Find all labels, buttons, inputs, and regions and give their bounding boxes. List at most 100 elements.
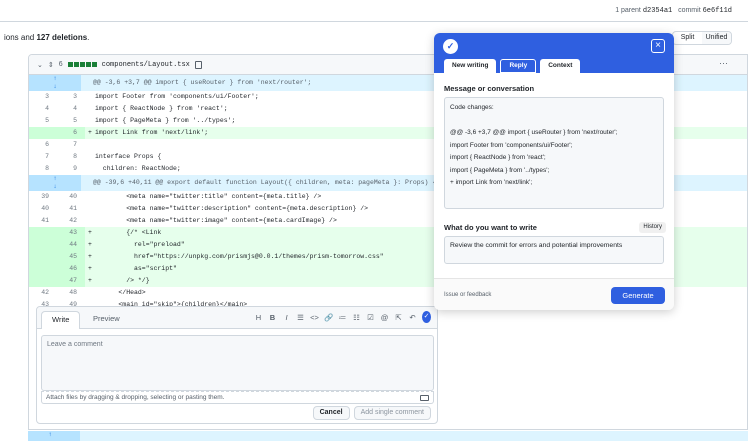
cancel-button[interactable]: Cancel bbox=[312, 406, 350, 420]
write-label: What do you want to write bbox=[444, 223, 537, 232]
close-icon[interactable]: × bbox=[651, 39, 665, 53]
split-view-button[interactable]: Split bbox=[673, 32, 702, 44]
summary-prefix: ions and bbox=[4, 33, 37, 42]
new-line-number[interactable]: 4 bbox=[57, 103, 85, 115]
new-line-number[interactable]: 44 bbox=[57, 239, 85, 251]
italic-icon[interactable]: I bbox=[282, 313, 291, 322]
parent-sha-link[interactable]: d2354a1 bbox=[643, 7, 672, 15]
chevron-down-icon[interactable]: ⌄ bbox=[37, 61, 43, 69]
diff-sign bbox=[85, 103, 95, 115]
write-input[interactable]: Review the commit for errors and potenti… bbox=[444, 236, 664, 264]
comment-actions: Cancel Add single comment bbox=[312, 406, 431, 420]
expand-up-icon[interactable]: ↑ bbox=[28, 431, 80, 441]
diff-sign bbox=[85, 115, 95, 127]
old-line-number[interactable]: 3 bbox=[29, 91, 57, 103]
commit-label: commit bbox=[678, 7, 701, 14]
message-label: Message or conversation bbox=[444, 84, 535, 93]
issue-feedback-link[interactable]: Issue or feedback bbox=[444, 292, 491, 298]
bold-icon[interactable]: B bbox=[268, 313, 277, 322]
bullet-list-icon[interactable]: ☷ bbox=[352, 313, 361, 322]
markdown-icon bbox=[420, 395, 429, 401]
popup-footer: Issue or feedback Generate bbox=[434, 278, 674, 310]
undo-icon[interactable]: ↶ bbox=[408, 313, 417, 322]
reference-icon[interactable]: ⇱ bbox=[394, 313, 403, 322]
diffstat-bars bbox=[67, 62, 97, 67]
old-line-number[interactable]: 5 bbox=[29, 115, 57, 127]
summary-deletions: 127 deletions bbox=[36, 33, 88, 42]
old-line-number[interactable] bbox=[29, 275, 57, 287]
tab-context[interactable]: Context bbox=[540, 59, 581, 73]
old-line-number[interactable]: 39 bbox=[29, 191, 57, 203]
old-line-number[interactable]: 8 bbox=[29, 163, 57, 175]
new-line-number[interactable]: 43 bbox=[57, 227, 85, 239]
expand-both-icon[interactable]: ↑ ↓ bbox=[29, 175, 81, 191]
new-line-number[interactable]: 40 bbox=[57, 191, 85, 203]
old-line-number[interactable] bbox=[29, 127, 57, 139]
message-textarea[interactable]: Code changes: @@ -3,6 +3,7 @@ import { u… bbox=[444, 97, 664, 209]
numbered-list-icon[interactable]: ≔ bbox=[338, 313, 347, 322]
old-line-number[interactable] bbox=[29, 227, 57, 239]
ai-writer-popup: ✓ × New writing Reply Context Message or… bbox=[434, 33, 674, 310]
markdown-toolbar: H B I ☰ <> 🔗 ≔ ☷ ☑ @ ⇱ ↶ ✓ bbox=[254, 311, 431, 323]
copy-icon[interactable] bbox=[194, 60, 202, 69]
popup-header: ✓ × New writing Reply Context bbox=[434, 33, 674, 73]
commit-sha: 6e6f11d bbox=[702, 7, 732, 15]
comment-textarea[interactable]: Leave a comment bbox=[41, 335, 434, 391]
expand-up-icon[interactable]: ↑ ↓ bbox=[29, 75, 81, 91]
new-line-number[interactable]: 48 bbox=[57, 287, 85, 299]
old-line-number[interactable] bbox=[29, 263, 57, 275]
add-single-comment-button[interactable]: Add single comment bbox=[353, 406, 431, 420]
diff-summary: ions and 127 deletions. bbox=[4, 33, 89, 42]
hunk-header: ↑ bbox=[28, 431, 748, 441]
attach-files-bar[interactable]: Attach files by dragging & dropping, sel… bbox=[41, 391, 434, 404]
commit-header: 1 parent d2354a1 commit 6e6f11d bbox=[0, 0, 748, 22]
generate-button[interactable]: Generate bbox=[611, 287, 665, 304]
old-line-number[interactable]: 6 bbox=[29, 139, 57, 151]
unified-view-button[interactable]: Unified bbox=[702, 32, 731, 44]
commit-meta: 1 parent d2354a1 commit 6e6f11d bbox=[615, 7, 732, 15]
new-line-number[interactable]: 5 bbox=[57, 115, 85, 127]
diff-sign: + bbox=[88, 229, 92, 236]
new-line-number[interactable]: 8 bbox=[57, 151, 85, 163]
new-line-number[interactable]: 6 bbox=[57, 127, 85, 139]
heading-icon[interactable]: H bbox=[254, 313, 263, 322]
old-line-number[interactable]: 42 bbox=[29, 287, 57, 299]
diff-sign: + bbox=[88, 253, 92, 260]
old-line-number[interactable]: 7 bbox=[29, 151, 57, 163]
popup-tabs: New writing Reply Context bbox=[444, 59, 581, 73]
diff-sign bbox=[85, 163, 95, 175]
code-icon[interactable]: <> bbox=[310, 313, 319, 322]
link-icon[interactable]: 🔗 bbox=[324, 313, 333, 322]
more-options-icon[interactable]: ··· bbox=[719, 58, 728, 68]
new-line-number[interactable]: 3 bbox=[57, 91, 85, 103]
history-button[interactable]: History bbox=[639, 222, 666, 233]
mention-icon[interactable]: @ bbox=[380, 313, 389, 322]
tab-preview[interactable]: Preview bbox=[83, 311, 130, 329]
diff-sign bbox=[85, 91, 95, 103]
new-line-number[interactable]: 9 bbox=[57, 163, 85, 175]
tab-write[interactable]: Write bbox=[41, 311, 81, 329]
old-line-number[interactable] bbox=[29, 251, 57, 263]
old-line-number[interactable]: 40 bbox=[29, 203, 57, 215]
old-line-number[interactable]: 41 bbox=[29, 215, 57, 227]
tab-new-writing[interactable]: New writing bbox=[444, 59, 497, 73]
comment-tabs: Write Preview H B I ☰ <> 🔗 ≔ ☷ ☑ @ ⇱ ↶ ✓ bbox=[37, 307, 437, 329]
new-line-number[interactable]: 45 bbox=[57, 251, 85, 263]
diff-view-toggle: Split Unified bbox=[672, 31, 732, 45]
old-line-number[interactable]: 4 bbox=[29, 103, 57, 115]
quote-icon[interactable]: ☰ bbox=[296, 313, 305, 322]
new-line-number[interactable]: 42 bbox=[57, 215, 85, 227]
old-line-number[interactable] bbox=[29, 239, 57, 251]
new-line-number[interactable]: 7 bbox=[57, 139, 85, 151]
file-name[interactable]: components/Layout.tsx bbox=[102, 61, 190, 69]
change-count: 6 bbox=[58, 61, 63, 68]
task-list-icon[interactable]: ☑ bbox=[366, 313, 375, 322]
tab-reply[interactable]: Reply bbox=[500, 59, 537, 73]
assistant-logo-icon[interactable]: ✓ bbox=[422, 311, 431, 323]
new-line-number[interactable]: 46 bbox=[57, 263, 85, 275]
new-line-number[interactable]: 47 bbox=[57, 275, 85, 287]
diff-sign: + bbox=[88, 277, 92, 284]
new-line-number[interactable]: 41 bbox=[57, 203, 85, 215]
expand-icon[interactable]: ⇕ bbox=[48, 61, 54, 69]
summary-suffix: . bbox=[87, 33, 90, 42]
